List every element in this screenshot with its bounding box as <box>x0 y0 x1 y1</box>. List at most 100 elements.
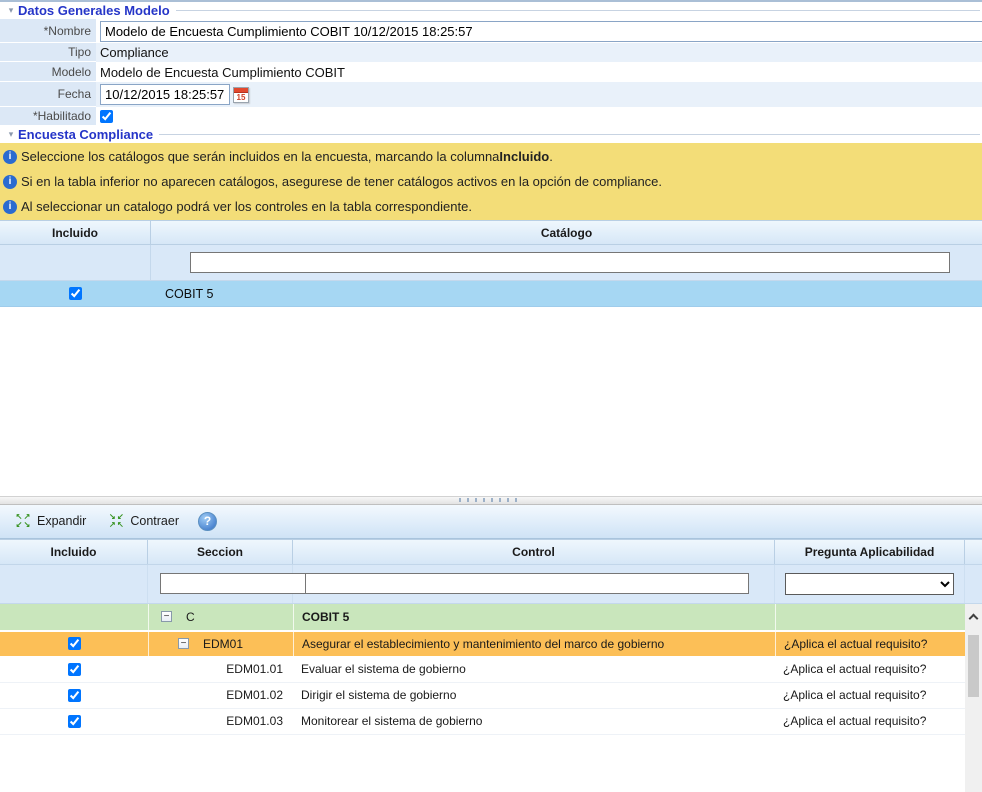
control-row[interactable]: EDM01.03 Monitorear el sistema de gobier… <box>0 709 965 735</box>
control-value: Asegurar el establecimiento y mantenimie… <box>293 632 775 656</box>
form-row-modelo: Modelo Modelo de Encuesta Cumplimiento C… <box>0 62 982 82</box>
note-text-bold: Incluido <box>499 149 549 164</box>
scrollbar-thumb[interactable] <box>968 635 979 697</box>
seccion-value: EDM01.02 <box>148 683 293 708</box>
calendar-button[interactable]: 15 <box>233 85 252 104</box>
control-filter-input[interactable] <box>305 573 749 594</box>
catalog-table-header: Incluido Catálogo <box>0 220 982 245</box>
pregunta-filter-select[interactable] <box>785 573 954 595</box>
control-value: Evaluar el sistema de gobierno <box>293 657 775 682</box>
catalog-col-incluido: Incluido <box>0 221 151 244</box>
info-icon: i <box>3 175 17 189</box>
catalog-filter-row <box>0 245 982 281</box>
form-row-habilitado: *Habilitado <box>0 107 982 126</box>
nombre-label: *Nombre <box>0 19 96 43</box>
tipo-label: Tipo <box>0 43 96 62</box>
catalog-table-body <box>0 307 982 496</box>
control-row[interactable]: EDM01.01 Evaluar el sistema de gobierno … <box>0 657 965 683</box>
controls-filter-filler <box>965 565 982 603</box>
collapse-arrow-icon[interactable]: ▾ <box>4 129 18 140</box>
incluido-checkbox[interactable] <box>68 663 81 676</box>
section-header-datos-generales[interactable]: ▾ Datos Generales Modelo <box>0 2 982 19</box>
note-text: . <box>549 149 553 164</box>
incluido-checkbox[interactable] <box>68 637 81 650</box>
collapse-arrow-icon[interactable]: ▾ <box>4 5 18 16</box>
controls-col-seccion: Seccion <box>148 540 293 564</box>
control-row[interactable]: EDM01.02 Dirigir el sistema de gobierno … <box>0 683 965 709</box>
modelo-label: Modelo <box>0 62 96 82</box>
nombre-input[interactable] <box>100 21 982 42</box>
modelo-value: Modelo de Encuesta Cumplimiento COBIT <box>96 62 982 82</box>
catalogo-filter-input[interactable] <box>190 252 950 273</box>
section-rule <box>176 10 980 11</box>
collapse-icon: ↘↙↗↖ <box>108 513 124 529</box>
note-text: Si en la tabla inferior no aparecen catá… <box>21 174 662 189</box>
seccion-value: C <box>186 610 195 624</box>
control-value: COBIT 5 <box>293 604 775 630</box>
controls-filter-row <box>0 565 982 604</box>
note-text: Seleccione los catálogos que serán inclu… <box>21 149 499 164</box>
habilitado-checkbox[interactable] <box>100 110 113 123</box>
controls-col-incluido: Incluido <box>0 540 148 564</box>
control-value: Monitorear el sistema de gobierno <box>293 709 775 734</box>
general-form: *Nombre Tipo Compliance Modelo Modelo de… <box>0 19 982 126</box>
calendar-day: 15 <box>234 93 248 102</box>
controls-filter-incluido-cell <box>0 565 148 603</box>
controls-col-pregunta: Pregunta Aplicabilidad <box>775 540 965 564</box>
habilitado-label: *Habilitado <box>0 107 96 126</box>
expandir-label: Expandir <box>37 514 86 528</box>
info-icon: i <box>3 200 17 214</box>
controls-table-body: C COBIT 5 EDM01 Asegurar el establecimie… <box>0 604 982 792</box>
form-row-nombre: *Nombre <box>0 19 982 43</box>
info-note: i Al seleccionar un catalogo podrá ver l… <box>0 194 982 219</box>
catalog-col-catalogo: Catálogo <box>151 221 982 244</box>
seccion-value: EDM01 <box>203 637 243 651</box>
catalog-name: COBIT 5 <box>165 287 213 301</box>
incluido-checkbox[interactable] <box>68 689 81 702</box>
controls-table-header: Incluido Seccion Control Pregunta Aplica… <box>0 539 982 565</box>
form-row-fecha: Fecha 15 <box>0 82 982 107</box>
control-value: Dirigir el sistema de gobierno <box>293 683 775 708</box>
info-notes-panel: i Seleccione los catálogos que serán inc… <box>0 143 982 220</box>
collapse-minus-icon[interactable] <box>161 611 172 622</box>
vertical-scrollbar[interactable] <box>965 604 982 792</box>
splitter[interactable] <box>0 496 982 505</box>
pregunta-value: ¿Aplica el actual requisito? <box>775 709 965 734</box>
fecha-input[interactable] <box>100 84 230 105</box>
control-row-group[interactable]: C COBIT 5 <box>0 604 965 631</box>
collapse-minus-icon[interactable] <box>178 638 189 649</box>
contraer-label: Contraer <box>130 514 179 528</box>
splitter-grip-icon[interactable] <box>459 498 523 502</box>
info-note: i Si en la tabla inferior no aparecen ca… <box>0 169 982 194</box>
info-note: i Seleccione los catálogos que serán inc… <box>0 144 982 169</box>
pregunta-value: ¿Aplica el actual requisito? <box>775 657 965 682</box>
section-header-encuesta[interactable]: ▾ Encuesta Compliance <box>0 126 982 143</box>
control-row-section-selected[interactable]: EDM01 Asegurar el establecimiento y mant… <box>0 631 965 657</box>
controls-col-control: Control <box>293 540 775 564</box>
expandir-button[interactable]: ↖↗↙↘ Expandir <box>12 511 89 531</box>
catalog-row-cobit5[interactable]: COBIT 5 <box>0 281 982 307</box>
catalog-filter-incluido-cell <box>0 245 151 280</box>
pregunta-value: ¿Aplica el actual requisito? <box>775 632 965 656</box>
note-text: Al seleccionar un catalogo podrá ver los… <box>21 199 472 214</box>
incluido-checkbox[interactable] <box>68 715 81 728</box>
catalog-incluido-checkbox[interactable] <box>69 287 82 300</box>
seccion-value: EDM01.01 <box>148 657 293 682</box>
controls-toolbar: ↖↗↙↘ Expandir ↘↙↗↖ Contraer ? <box>0 505 982 539</box>
compliance-model-page: ▾ Datos Generales Modelo *Nombre Tipo Co… <box>0 0 982 792</box>
contraer-button[interactable]: ↘↙↗↖ Contraer <box>105 511 182 531</box>
section-title: Datos Generales Modelo <box>18 3 170 18</box>
scrollbar-up-button[interactable] <box>965 604 982 630</box>
expand-icon: ↖↗↙↘ <box>15 513 31 529</box>
form-row-tipo: Tipo Compliance <box>0 43 982 62</box>
controls-header-filler <box>965 540 982 564</box>
calendar-icon: 15 <box>233 87 249 103</box>
section-rule <box>159 134 980 135</box>
help-icon[interactable]: ? <box>198 512 217 531</box>
pregunta-value: ¿Aplica el actual requisito? <box>775 683 965 708</box>
controls-rows: C COBIT 5 EDM01 Asegurar el establecimie… <box>0 604 965 792</box>
pregunta-value <box>775 604 965 630</box>
section-title: Encuesta Compliance <box>18 127 153 142</box>
chevron-up-icon <box>969 613 979 623</box>
seccion-value: EDM01.03 <box>148 709 293 734</box>
